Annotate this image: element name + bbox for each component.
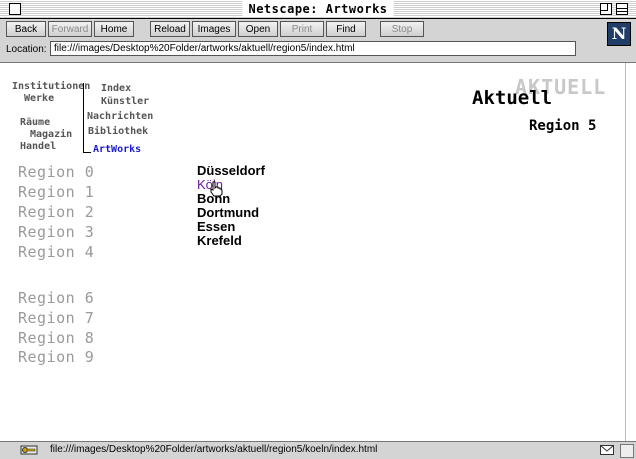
city-link-essen[interactable]: Essen: [197, 219, 235, 234]
netscape-logo[interactable]: N: [607, 22, 631, 46]
vertical-scrollbar[interactable]: [625, 63, 636, 441]
location-input[interactable]: file:///images/Desktop%20Folder/artworks…: [50, 41, 576, 56]
page-subtitle: Region 5: [529, 118, 597, 134]
find-button[interactable]: Find: [326, 21, 366, 37]
region-link-0[interactable]: Region 0: [18, 163, 94, 181]
nav-magazin[interactable]: Magazin: [30, 129, 72, 140]
hand-pointer-icon: [210, 181, 223, 197]
nav-divider-tick: [83, 152, 91, 153]
nav-bibliothek[interactable]: Bibliothek: [88, 126, 148, 137]
collapse-box-icon[interactable]: [616, 3, 628, 15]
mail-icon[interactable]: [600, 445, 614, 455]
nav-divider: [83, 83, 84, 153]
forward-button[interactable]: Forward: [48, 21, 92, 37]
city-link-krefeld[interactable]: Krefeld: [197, 233, 242, 248]
region-link-3[interactable]: Region 3: [18, 223, 94, 241]
region-link-4[interactable]: Region 4: [18, 243, 94, 261]
window-titlebar[interactable]: Netscape: Artworks: [0, 0, 636, 19]
page-title: Aktuell: [472, 87, 553, 109]
nav-artworks[interactable]: ArtWorks: [93, 144, 141, 155]
toolbar: Back Forward Home Reload Images Open Pri…: [0, 19, 636, 63]
region-link-2[interactable]: Region 2: [18, 203, 94, 221]
nav-nachrichten[interactable]: Nachrichten: [87, 111, 153, 122]
nav-handel[interactable]: Handel: [20, 141, 56, 152]
nav-raeume[interactable]: Räume: [20, 117, 50, 128]
open-button[interactable]: Open: [238, 21, 278, 37]
home-button[interactable]: Home: [94, 21, 134, 37]
region-link-1[interactable]: Region 1: [18, 183, 94, 201]
close-box-icon[interactable]: [9, 3, 21, 15]
region-link-9[interactable]: Region 9: [18, 348, 94, 366]
reload-button[interactable]: Reload: [150, 21, 190, 37]
region-link-6[interactable]: Region 6: [18, 289, 94, 307]
window-title: Netscape: Artworks: [242, 1, 394, 17]
region-link-7[interactable]: Region 7: [18, 309, 94, 327]
status-text: file:///images/Desktop%20Folder/artworks…: [50, 444, 378, 455]
location-label: Location:: [6, 44, 47, 55]
page-content: Institutionen Werke Räume Magazin Handel…: [0, 63, 626, 441]
back-button[interactable]: Back: [6, 21, 46, 37]
print-button[interactable]: Print: [280, 21, 324, 37]
stop-button[interactable]: Stop: [380, 21, 424, 37]
nav-institutionen[interactable]: Institutionen: [12, 81, 90, 92]
nav-werke[interactable]: Werke: [24, 93, 54, 104]
city-link-dortmund[interactable]: Dortmund: [197, 205, 259, 220]
window-resize-handle[interactable]: [620, 444, 634, 458]
region-link-8[interactable]: Region 8: [18, 329, 94, 347]
security-key-icon[interactable]: [20, 444, 38, 456]
status-bar: file:///images/Desktop%20Folder/artworks…: [0, 441, 636, 459]
images-button[interactable]: Images: [192, 21, 236, 37]
nav-index[interactable]: Index: [101, 83, 131, 94]
nav-kuenstler[interactable]: Künstler: [101, 96, 149, 107]
zoom-box-icon[interactable]: [600, 3, 612, 15]
city-link-duesseldorf[interactable]: Düsseldorf: [197, 163, 265, 178]
